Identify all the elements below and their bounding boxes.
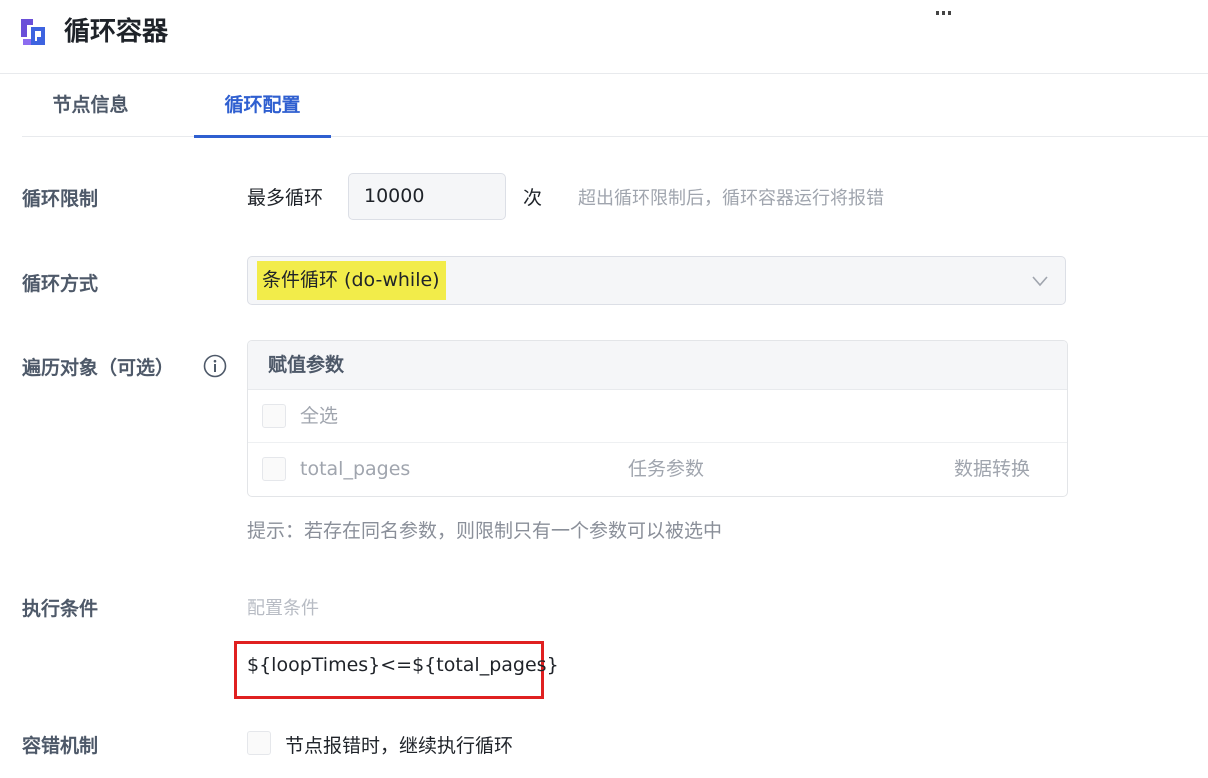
tab-bar: 节点信息 循环配置 [22, 74, 1208, 138]
chevron-down-icon [1032, 276, 1048, 287]
top-edge-artifact [936, 0, 962, 15]
select-all-label: 全选 [300, 405, 339, 427]
loop-mode-value: 条件循环 (do-while) [257, 261, 446, 300]
param-name: total_pages [300, 458, 411, 480]
tab-loop-config[interactable]: 循环配置 [194, 74, 331, 138]
data-transform-link[interactable]: 数据转换 [954, 443, 1030, 496]
fault-tolerance-label: 容错机制 [22, 735, 99, 757]
continue-on-error-checkbox[interactable] [247, 731, 271, 755]
loop-limit-hint: 超出循环限制后，循环容器运行将报错 [578, 188, 884, 209]
page-title: 循环容器 [64, 17, 169, 47]
loop-mode-label: 循环方式 [22, 273, 99, 295]
page-header: 循环容器 [0, 0, 1208, 74]
assign-params-table: 赋值参数 全选 total_pages 任务参数 数据转换 [247, 340, 1068, 497]
loop-mode-select[interactable]: 条件循环 (do-while) [247, 256, 1066, 305]
table-header: 赋值参数 [248, 341, 1067, 390]
loop-limit-input[interactable]: 10000 [348, 173, 506, 220]
table-row: total_pages 任务参数 数据转换 [248, 443, 1067, 496]
loop-limit-label: 循环限制 [22, 188, 99, 210]
param-type: 任务参数 [628, 458, 705, 480]
condition-expression[interactable]: ${loopTimes}<=${total_pages} [247, 654, 559, 676]
configure-condition-link[interactable]: 配置条件 [247, 594, 319, 620]
info-icon[interactable] [203, 354, 227, 378]
row-checkbox[interactable] [262, 457, 286, 481]
condition-label: 执行条件 [22, 598, 99, 620]
loop-container-icon [21, 19, 45, 45]
tab-node-info[interactable]: 节点信息 [22, 74, 159, 137]
traverse-label: 遍历对象（可选） [22, 357, 175, 379]
continue-on-error-label: 节点报错时，继续执行循环 [285, 735, 514, 757]
loop-limit-prefix: 最多循环 [247, 187, 324, 209]
select-all-checkbox[interactable] [262, 404, 286, 428]
traverse-tip: 提示：若存在同名参数，则限制只有一个参数可以被选中 [247, 520, 723, 542]
loop-limit-unit: 次 [523, 187, 543, 209]
select-all-row: 全选 [248, 390, 1067, 443]
